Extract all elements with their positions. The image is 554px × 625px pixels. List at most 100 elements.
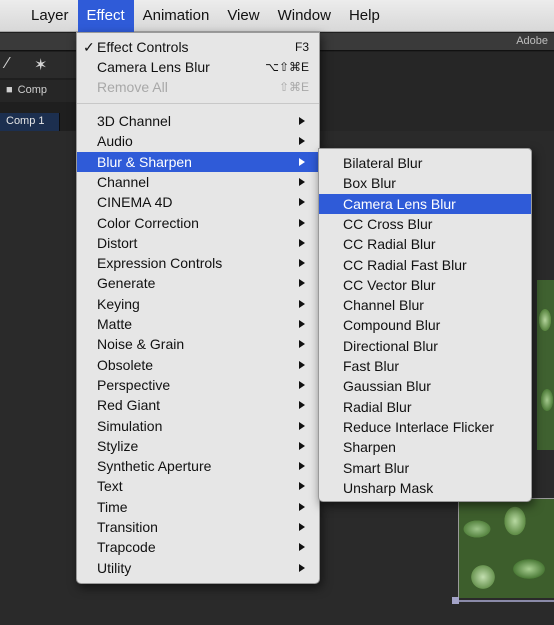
menu-category-time[interactable]: Time	[77, 497, 319, 517]
submenu-item-label: Directional Blur	[343, 337, 438, 354]
panel-area	[320, 52, 554, 132]
menu-category-keying[interactable]: Keying	[77, 294, 319, 314]
submenu-arrow-icon	[299, 563, 305, 572]
pen-tool-icon[interactable]: ⁄	[6, 55, 9, 73]
submenu-item-label: Channel Blur	[343, 297, 424, 314]
comp-panel-label: Comp	[17, 84, 47, 96]
menu-category-red-giant[interactable]: Red Giant	[77, 395, 319, 415]
menu-item-label: Stylize	[97, 437, 139, 454]
submenu-item-label: Compound Blur	[343, 317, 441, 334]
menu-layer[interactable]: Layer	[22, 0, 78, 32]
menu-category-utility[interactable]: Utility	[77, 558, 319, 578]
submenu-item-smart-blur[interactable]: Smart Blur	[319, 458, 531, 478]
menu-separator	[77, 103, 319, 104]
menu-category-generate[interactable]: Generate	[77, 273, 319, 293]
comp-panel-header: ■ Comp	[0, 80, 80, 102]
submenu-item-bilateral-blur[interactable]: Bilateral Blur	[319, 153, 531, 173]
menu-category-channel[interactable]: Channel	[77, 172, 319, 192]
menu-animation[interactable]: Animation	[134, 0, 219, 32]
submenu-item-fast-blur[interactable]: Fast Blur	[319, 356, 531, 376]
menu-bar: Layer Effect Animation View Window Help	[0, 0, 554, 32]
submenu-item-label: Reduce Interlace Flicker	[343, 418, 494, 435]
menu-item-label: Remove All	[97, 79, 168, 95]
submenu-item-label: Gaussian Blur	[343, 378, 431, 395]
submenu-arrow-icon	[299, 482, 305, 491]
submenu-arrow-icon	[299, 502, 305, 511]
submenu-arrow-icon	[299, 543, 305, 552]
menu-category-audio[interactable]: Audio	[77, 131, 319, 151]
menu-item-label: 3D Channel	[97, 113, 171, 129]
submenu-item-compound-blur[interactable]: Compound Blur	[319, 315, 531, 335]
menu-category-noise-grain[interactable]: Noise & Grain	[77, 334, 319, 354]
submenu-item-radial-blur[interactable]: Radial Blur	[319, 397, 531, 417]
submenu-item-box-blur[interactable]: Box Blur	[319, 173, 531, 193]
menu-item-label: Transition	[97, 519, 158, 535]
menu-category-transition[interactable]: Transition	[77, 517, 319, 537]
submenu-item-label: Unsharp Mask	[343, 479, 434, 496]
menu-item-label: Trapcode	[97, 539, 156, 556]
submenu-arrow-icon	[299, 441, 305, 450]
layer-bounding-line	[456, 600, 554, 602]
checkmark-icon: ✓	[83, 39, 95, 55]
menu-category-cinema-4d[interactable]: CINEMA 4D	[77, 192, 319, 212]
submenu-item-label: Fast Blur	[343, 358, 400, 374]
submenu-item-unsharp-mask[interactable]: Unsharp Mask	[319, 478, 531, 498]
menu-item-label: Camera Lens Blur	[97, 59, 210, 75]
menu-effect[interactable]: Effect	[77, 0, 134, 32]
menu-item-label: Blur & Sharpen	[97, 153, 192, 170]
menu-item-label: Simulation	[97, 417, 163, 434]
menu-category-3d-channel[interactable]: 3D Channel	[77, 111, 319, 131]
submenu-arrow-icon	[299, 279, 305, 288]
menu-category-blur-sharpen[interactable]: Blur & Sharpen	[77, 151, 319, 172]
submenu-arrow-icon	[299, 320, 305, 328]
submenu-item-directional-blur[interactable]: Directional Blur	[319, 336, 531, 356]
menu-category-obsolete[interactable]: Obsolete	[77, 355, 319, 375]
menu-item-label: Utility	[97, 559, 132, 576]
comp-tab[interactable]: Comp 1	[0, 113, 60, 131]
menu-item-camera-lens-blur[interactable]: Camera Lens Blur ⌥⇧⌘E	[77, 57, 319, 77]
menu-category-stylize[interactable]: Stylize	[77, 436, 319, 456]
menu-item-effect-controls[interactable]: ✓ Effect Controls F3	[77, 37, 319, 57]
submenu-item-cc-radial-fast-blur[interactable]: CC Radial Fast Blur	[319, 255, 531, 275]
submenu-item-camera-lens-blur[interactable]: Camera Lens Blur	[319, 193, 531, 214]
puppet-pin-tool-icon[interactable]: ✶	[34, 55, 47, 75]
layer-handle[interactable]	[452, 597, 459, 604]
submenu-item-cc-radial-blur[interactable]: CC Radial Blur	[319, 234, 531, 254]
submenu-item-cc-vector-blur[interactable]: CC Vector Blur	[319, 275, 531, 295]
menu-category-perspective[interactable]: Perspective	[77, 375, 319, 395]
submenu-item-reduce-interlace-flicker[interactable]: Reduce Interlace Flicker	[319, 417, 531, 437]
submenu-arrow-icon	[299, 380, 305, 389]
submenu-item-label: Radial Blur	[343, 398, 412, 415]
menu-category-trapcode[interactable]: Trapcode	[77, 537, 319, 557]
menu-category-text[interactable]: Text	[77, 476, 319, 496]
menu-view[interactable]: View	[218, 0, 268, 32]
submenu-item-label: Bilateral Blur	[343, 155, 423, 171]
menu-item-label: Color Correction	[97, 214, 199, 231]
blur-sharpen-submenu: Bilateral Blur Box Blur Camera Lens Blur CC…	[318, 148, 532, 502]
menu-category-simulation[interactable]: Simulation	[77, 416, 319, 436]
lock-icon[interactable]: ■	[6, 84, 13, 96]
submenu-item-label: CC Radial Fast Blur	[343, 256, 467, 273]
submenu-arrow-icon	[299, 198, 305, 207]
menu-category-distort[interactable]: Distort	[77, 233, 319, 253]
menu-help[interactable]: Help	[340, 0, 389, 32]
menu-category-expression-controls[interactable]: Expression Controls	[77, 253, 319, 273]
menu-category-color-correction[interactable]: Color Correction	[77, 213, 319, 233]
submenu-item-channel-blur[interactable]: Channel Blur	[319, 295, 531, 315]
menu-item-label: Expression Controls	[97, 255, 223, 272]
submenu-item-label: CC Cross Blur	[343, 215, 433, 232]
submenu-item-gaussian-blur[interactable]: Gaussian Blur	[319, 376, 531, 396]
submenu-arrow-icon	[299, 421, 305, 430]
menu-item-label: Keying	[97, 295, 140, 312]
menu-window[interactable]: Window	[269, 0, 340, 32]
menu-item-label: Noise & Grain	[97, 336, 185, 353]
menu-category-matte[interactable]: Matte	[77, 314, 319, 334]
submenu-arrow-icon	[299, 299, 305, 308]
footage-layer[interactable]	[458, 498, 554, 598]
submenu-item-sharpen[interactable]: Sharpen	[319, 437, 531, 457]
submenu-item-cc-cross-blur[interactable]: CC Cross Blur	[319, 214, 531, 234]
menu-category-synthetic-aperture[interactable]: Synthetic Aperture	[77, 456, 319, 476]
menu-item-shortcut: ⇧⌘E	[278, 80, 309, 94]
footage-layer-edge	[537, 280, 554, 450]
menu-item-label: Audio	[97, 133, 133, 150]
